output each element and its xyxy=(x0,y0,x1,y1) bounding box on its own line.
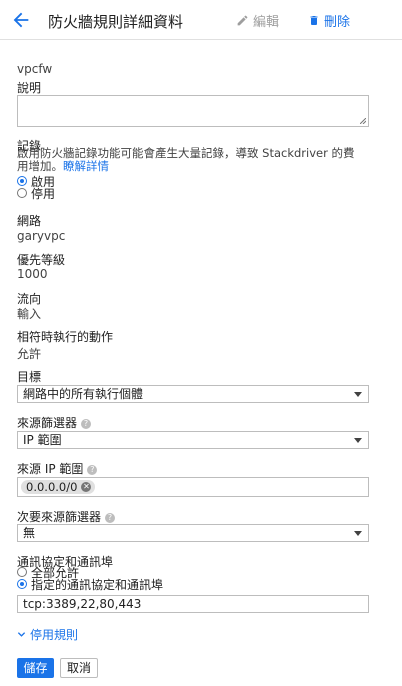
source-ip-label-text: 來源 IP 範圍 xyxy=(17,462,84,476)
action-label: 相符時執行的動作 xyxy=(17,330,114,344)
source-filter-label-text: 來源篩選器 xyxy=(17,416,78,430)
save-button[interactable]: 儲存 xyxy=(17,658,54,678)
help-icon[interactable]: ? xyxy=(87,464,98,475)
network-value: garyvpc xyxy=(17,229,66,243)
edit-label: 編輯 xyxy=(253,15,280,30)
cancel-button[interactable]: 取消 xyxy=(60,658,98,678)
protocols-specified[interactable]: 指定的通訊協定和通訊埠 xyxy=(17,577,164,592)
delete-label: 刪除 xyxy=(324,15,351,30)
protocols-specified-label: 指定的通訊協定和通訊埠 xyxy=(31,577,164,592)
network-label: 網路 xyxy=(17,214,42,228)
direction-value: 輸入 xyxy=(17,307,42,321)
app-header: 防火牆規則詳細資料 編輯 刪除 xyxy=(0,0,402,40)
help-icon[interactable]: ? xyxy=(81,418,92,429)
dropdown-caret-icon xyxy=(354,531,362,536)
pencil-icon xyxy=(237,15,248,26)
radio-off-icon xyxy=(17,567,27,577)
help-icon[interactable]: ? xyxy=(105,512,116,523)
logging-note-text: 用增加。 xyxy=(17,159,63,173)
resize-handle-icon[interactable] xyxy=(360,118,366,124)
description-textarea[interactable] xyxy=(17,95,369,127)
dropdown-caret-icon xyxy=(354,392,362,397)
target-select-value: 網路中的所有執行個體 xyxy=(23,387,144,401)
source-ip-label: 來源 IP 範圍? xyxy=(17,460,98,477)
disable-rule-link[interactable]: 停用規則 xyxy=(17,626,78,643)
logging-note-line2: 用增加。瞭解詳情 xyxy=(17,160,109,173)
learn-more-link[interactable]: 瞭解詳情 xyxy=(63,159,109,173)
secondary-filter-label: 次要來源篩選器? xyxy=(17,508,116,525)
secondary-filter-label-text: 次要來源篩選器 xyxy=(17,510,102,524)
arrow-back-icon xyxy=(13,12,29,28)
priority-label: 優先等級 xyxy=(17,253,66,267)
chip-remove-icon[interactable]: ✕ xyxy=(81,482,92,492)
logging-option-off[interactable]: 停用 xyxy=(17,186,56,201)
delete-button[interactable]: 刪除 xyxy=(308,11,350,30)
secondary-filter-select[interactable]: 無 xyxy=(17,524,369,542)
action-value: 允許 xyxy=(17,347,42,361)
ip-range-chip: 0.0.0.0/0 ✕ xyxy=(21,480,96,494)
ip-range-chip-label: 0.0.0.0/0 xyxy=(26,480,78,494)
logging-option-off-label: 停用 xyxy=(31,186,56,201)
page-title: 防火牆規則詳細資料 xyxy=(48,13,184,31)
radio-on-icon xyxy=(17,176,27,186)
dropdown-caret-icon xyxy=(354,438,362,443)
source-filter-select[interactable]: IP 範圍 xyxy=(17,431,369,449)
source-ip-input[interactable]: 0.0.0.0/0 ✕ xyxy=(17,477,369,497)
radio-on-icon xyxy=(17,579,27,589)
rule-name: vpcfw xyxy=(17,62,53,76)
protocols-ports-input[interactable]: tcp:3389,22,80,443 xyxy=(17,595,369,613)
source-filter-select-value: IP 範圍 xyxy=(23,433,62,447)
chevron-down-icon xyxy=(17,632,26,637)
priority-value: 1000 xyxy=(17,267,48,281)
description-label: 說明 xyxy=(17,81,42,95)
trash-icon xyxy=(310,16,318,25)
target-select[interactable]: 網路中的所有執行個體 xyxy=(17,385,369,403)
source-filter-label: 來源篩選器? xyxy=(17,414,92,431)
secondary-filter-select-value: 無 xyxy=(23,526,36,540)
radio-off-icon xyxy=(17,188,27,198)
back-button[interactable] xyxy=(10,9,32,31)
edit-button[interactable]: 編輯 xyxy=(236,11,279,30)
disable-rule-label: 停用規則 xyxy=(30,628,79,642)
target-label: 目標 xyxy=(17,370,42,384)
